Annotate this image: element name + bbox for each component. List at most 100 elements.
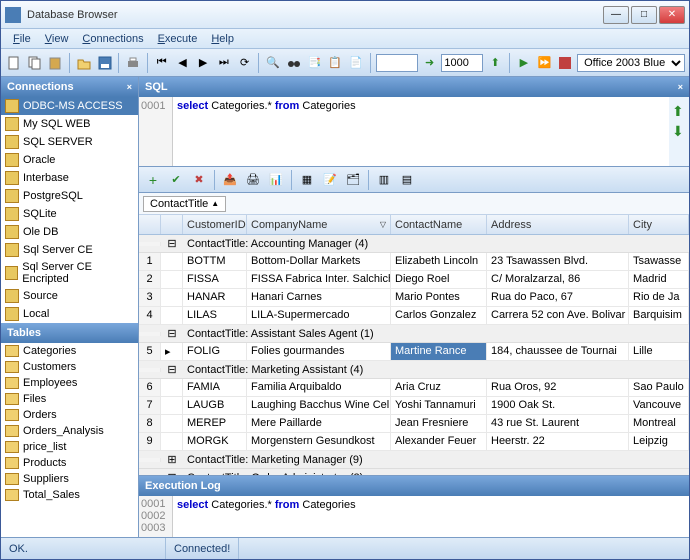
open-icon[interactable]	[75, 53, 93, 73]
table-row[interactable]: 7LAUGBLaughing Bacchus Wine CellarsYoshi…	[139, 397, 689, 415]
connection-item[interactable]: Ole DB	[1, 223, 138, 241]
query-icon[interactable]: 📋	[326, 53, 344, 73]
statusbar: OK. Connected!	[1, 537, 689, 559]
add-row-icon[interactable]: +	[143, 170, 163, 190]
binoculars-icon[interactable]	[285, 53, 303, 73]
table-item[interactable]: Orders_Analysis	[1, 423, 138, 439]
rows-icon[interactable]: ▤	[397, 170, 417, 190]
cancel-icon[interactable]: ✖	[189, 170, 209, 190]
grid-body[interactable]: ⊟ContactTitle: Accounting Manager (4)1BO…	[139, 235, 689, 475]
execute-icon[interactable]: ▶	[515, 53, 533, 73]
refresh-icon[interactable]: ⟳	[236, 53, 254, 73]
bookmark-icon[interactable]: 📑	[306, 53, 324, 73]
column-address[interactable]: Address	[487, 215, 629, 234]
connection-item[interactable]: Oracle	[1, 151, 138, 169]
connection-item[interactable]: Sql Server CE Encripted	[1, 259, 138, 287]
connection-item[interactable]: SQLite	[1, 205, 138, 223]
connection-item[interactable]: SQL SERVER	[1, 133, 138, 151]
goto-record-icon[interactable]: ➜	[421, 53, 439, 73]
sort-asc-icon[interactable]: ▲	[211, 199, 219, 208]
stop-icon[interactable]	[556, 53, 574, 73]
group-row[interactable]: ⊟ContactTitle: Accounting Manager (4)	[139, 235, 689, 253]
table-item[interactable]: Total_Sales	[1, 487, 138, 503]
connection-item[interactable]: Interbase	[1, 169, 138, 187]
column-customerid[interactable]: CustomerID	[183, 215, 247, 234]
table-row[interactable]: 2FISSAFISSA Fabrica Inter. Salchichas S.…	[139, 271, 689, 289]
form-view-icon[interactable]: 📝	[320, 170, 340, 190]
execute-all-icon[interactable]: ⏩	[536, 53, 554, 73]
menu-connections[interactable]: Connections	[76, 31, 149, 47]
menu-help[interactable]: Help	[205, 31, 240, 47]
close-button[interactable]: ✕	[659, 6, 685, 24]
table-item[interactable]: Categories	[1, 343, 138, 359]
table-item[interactable]: Products	[1, 455, 138, 471]
new-icon[interactable]	[5, 53, 23, 73]
connection-item[interactable]: Source	[1, 287, 138, 305]
group-chip[interactable]: ContactTitle ▲	[143, 196, 226, 212]
group-row[interactable]: ⊟ContactTitle: Marketing Assistant (4)	[139, 361, 689, 379]
last-record-icon[interactable]: ⏭	[215, 53, 233, 73]
copy-icon[interactable]	[26, 53, 44, 73]
column-contactname[interactable]: ContactName	[391, 215, 487, 234]
status-connected: Connected!	[166, 538, 239, 559]
group-row[interactable]: ⊞ContactTitle: Marketing Manager (9)	[139, 451, 689, 469]
menu-execute[interactable]: Execute	[152, 31, 204, 47]
expand-icon[interactable]: ⊞	[161, 453, 183, 466]
maximize-button[interactable]: □	[631, 6, 657, 24]
chart-icon[interactable]: 📊	[266, 170, 286, 190]
connection-item[interactable]: Sql Server CE	[1, 241, 138, 259]
collapse-icon[interactable]: ×	[127, 82, 132, 92]
menu-view[interactable]: View	[39, 31, 75, 47]
table-row[interactable]: 4LILASLILA-SupermercadoCarlos GonzalezCa…	[139, 307, 689, 325]
history-prev-icon[interactable]: ⬆	[672, 103, 686, 117]
print-grid-icon[interactable]: 🖨	[243, 170, 263, 190]
apply-icon[interactable]: ✔	[166, 170, 186, 190]
paste-icon[interactable]	[46, 53, 64, 73]
history-next-icon[interactable]: ⬇	[672, 123, 686, 137]
export-icon[interactable]: 📤	[220, 170, 240, 190]
card-view-icon[interactable]: 🗂	[343, 170, 363, 190]
table-item[interactable]: price_list	[1, 439, 138, 455]
prev-record-icon[interactable]: ◀	[174, 53, 192, 73]
save-icon[interactable]	[96, 53, 114, 73]
expand-icon[interactable]: ⊟	[161, 237, 183, 250]
columns-icon[interactable]: ▥	[374, 170, 394, 190]
group-row[interactable]: ⊟ContactTitle: Assistant Sales Agent (1)	[139, 325, 689, 343]
limit-input[interactable]	[441, 54, 483, 72]
table-row[interactable]: 1BOTTMBottom-Dollar MarketsElizabeth Lin…	[139, 253, 689, 271]
table-item[interactable]: Files	[1, 391, 138, 407]
table-row[interactable]: 9MORGKMorgenstern GesundkostAlexander Fe…	[139, 433, 689, 451]
group-by-row[interactable]: ContactTitle ▲	[139, 193, 689, 215]
table-row[interactable]: 8MEREPMere PaillardeJean Fresniere43 rue…	[139, 415, 689, 433]
connection-item[interactable]: My SQL WEB	[1, 115, 138, 133]
table-row[interactable]: 6FAMIAFamilia ArquibaldoAria CruzRua Oro…	[139, 379, 689, 397]
expand-icon[interactable]: ⊟	[161, 327, 183, 340]
sql-text[interactable]: select Categories.* from Categories	[173, 97, 669, 166]
connection-item[interactable]: PostgreSQL	[1, 187, 138, 205]
apply-limit-icon[interactable]: ⬆	[486, 53, 504, 73]
column-city[interactable]: City	[629, 215, 689, 234]
theme-select[interactable]: Office 2003 Blue	[577, 54, 685, 72]
sql-editor[interactable]: 0001 select Categories.* from Categories…	[139, 97, 689, 167]
table-item[interactable]: Customers	[1, 359, 138, 375]
expand-icon[interactable]: ⊟	[161, 363, 183, 376]
column-companyname[interactable]: CompanyName▽	[247, 215, 391, 234]
print-icon[interactable]	[124, 53, 142, 73]
menu-file[interactable]: File	[7, 31, 37, 47]
table-row[interactable]: 3HANARHanari CarnesMario PontesRua do Pa…	[139, 289, 689, 307]
connections-header: Connections ×	[1, 77, 138, 97]
table-row[interactable]: 5▸FOLIGFolies gourmandesMartine Rance184…	[139, 343, 689, 361]
table-item[interactable]: Suppliers	[1, 471, 138, 487]
sql-icon[interactable]: 📄	[347, 53, 365, 73]
table-item[interactable]: Employees	[1, 375, 138, 391]
next-record-icon[interactable]: ▶	[194, 53, 212, 73]
first-record-icon[interactable]: ⏮	[153, 53, 171, 73]
search-icon[interactable]: 🔍	[264, 53, 282, 73]
minimize-button[interactable]: —	[603, 6, 629, 24]
record-number-input[interactable]	[376, 54, 418, 72]
table-item[interactable]: Orders	[1, 407, 138, 423]
grid-view-icon[interactable]: ▦	[297, 170, 317, 190]
connection-item[interactable]: Local	[1, 305, 138, 323]
collapse-icon[interactable]: ×	[678, 82, 683, 92]
connection-item[interactable]: ODBC-MS ACCESS	[1, 97, 138, 115]
